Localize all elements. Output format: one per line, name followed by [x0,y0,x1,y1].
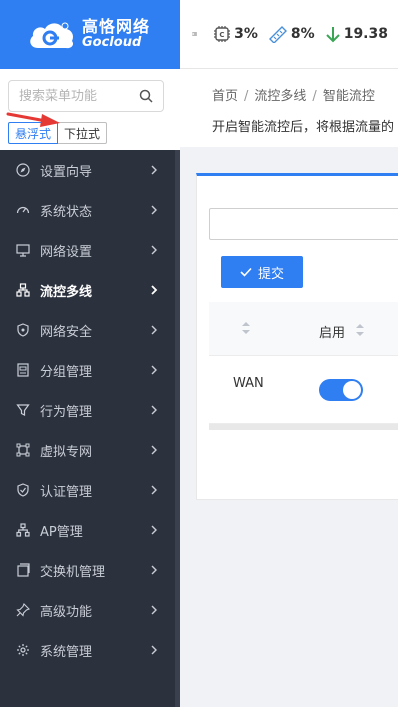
chevron-right-icon [151,445,157,455]
cpu-chip-icon: C [214,26,231,42]
card-input-field[interactable] [209,208,398,240]
breadcrumb-home[interactable]: 首页 [212,89,238,104]
filter-icon [16,403,30,417]
chevron-right-icon [151,245,157,255]
sidebar-item-system-management[interactable]: 系统管理 [0,630,180,670]
shield-icon [16,323,30,337]
page-header: 首页 / 流控多线 / 智能流控 开启智能流控后，将根据流量的 [180,69,398,147]
dashboard-icon [16,203,30,217]
download-value: 19.38 [343,26,388,42]
sidebar-menu: 设置向导 系统状态 网络设置 流控多线 网络安全 分组管理 行为管理 虚拟专网 … [0,150,180,670]
sidebar-item-label: 高级功能 [40,604,93,620]
sidebar-item-label: 虚拟专网 [40,444,93,460]
breadcrumb-flow-control[interactable]: 流控多线 [254,89,306,104]
brand-name-en: Gocloud [82,35,142,51]
menu-collapse-icon[interactable] [192,26,197,42]
chevron-right-icon [151,285,158,295]
chevron-right-icon [151,525,157,535]
brand-name-cn: 高恪网络 [82,17,151,37]
breadcrumb-smart-flow: 智能流控 [322,89,375,104]
chevron-right-icon [151,605,157,615]
pin-icon [16,603,30,617]
sort-icon[interactable] [355,323,365,337]
sidebar-item-label: 行为管理 [40,404,93,420]
download-stat: 19.38 [325,25,388,43]
chevron-right-icon [151,645,157,655]
page-description: 开启智能流控后，将根据流量的 [212,120,395,135]
sidebar-item-label: 交换机管理 [40,564,106,580]
shield-check-icon [16,483,30,497]
sidebar-item-label: 认证管理 [40,484,93,500]
memory-stat: 8% [268,25,315,43]
sidebar-item-system-status[interactable]: 系统状态 [0,190,180,230]
sidebar-item-network-security[interactable]: 网络安全 [0,310,180,350]
compass-icon [16,163,30,177]
vpn-icon [16,443,30,457]
chevron-right-icon [151,165,157,175]
settings-card: 提交 启用 WAN [196,173,398,500]
sidebar-item-flow-control[interactable]: 流控多线 [0,270,180,310]
sidebar-item-advanced[interactable]: 高级功能 [0,590,180,630]
submit-label: 提交 [257,266,284,282]
wan-table: 启用 WAN [209,302,398,430]
menu-search [8,80,164,112]
cpu-stat: C 3% [213,25,258,43]
sidebar-item-switch-management[interactable]: 交换机管理 [0,550,180,590]
svg-text:C: C [220,31,225,39]
memory-value: 8% [290,26,315,42]
red-annotation-arrow [6,112,60,127]
chevron-right-icon [151,565,157,575]
chevron-right-icon [151,405,157,415]
enable-toggle[interactable] [319,379,363,401]
sidebar-item-behavior-management[interactable]: 行为管理 [0,390,180,430]
table-horizontal-scrollbar[interactable] [209,424,398,430]
network-icon [16,283,30,297]
sidebar-item-label: AP管理 [40,524,83,540]
sort-icon[interactable] [241,321,251,335]
chevron-right-icon [151,365,157,375]
chevron-right-icon [151,485,157,495]
check-icon [240,267,252,277]
sidebar-item-group-management[interactable]: 分组管理 [0,350,180,390]
sidebar-item-ap-management[interactable]: AP管理 [0,510,180,550]
sidebar-item-label: 分组管理 [40,364,93,380]
sidebar-item-label: 系统状态 [40,204,93,220]
memory-icon [268,26,287,43]
sidebar-item-label: 设置向导 [40,164,93,180]
sidebar-item-label: 系统管理 [40,644,93,660]
switch-icon [16,563,30,577]
arrow-down-icon [325,27,340,43]
gear-icon [16,643,30,657]
sidebar-item-network-settings[interactable]: 网络设置 [0,230,180,270]
sidebar-item-auth-management[interactable]: 认证管理 [0,470,180,510]
sidebar: 悬浮式 下拉式 设置向导 系统状态 网络设置 流控多线 网络安全 [0,69,180,707]
top-header: C 3% 8% 19.38 [180,0,398,69]
column-header-enable: 启用 [319,326,346,341]
breadcrumb: 首页 / 流控多线 / 智能流控 [212,89,375,104]
sidebar-item-label: 网络安全 [40,324,93,340]
cpu-value: 3% [234,26,258,42]
sidebar-item-vpn[interactable]: 虚拟专网 [0,430,180,470]
menu-search-input[interactable] [9,81,129,111]
sidebar-item-label: 流控多线 [40,284,93,300]
table-row: WAN [209,356,398,424]
toggle-knob [343,381,361,399]
chevron-right-icon [151,325,157,335]
main-content: 首页 / 流控多线 / 智能流控 开启智能流控后，将根据流量的 提交 启用 WAN [180,69,398,707]
group-icon [16,363,30,377]
ap-icon [16,523,30,537]
sidebar-item-setup-wizard[interactable]: 设置向导 [0,150,180,190]
brand-logo: 高恪网络 Gocloud [0,0,180,69]
sidebar-item-label: 网络设置 [40,244,93,260]
search-icon[interactable] [139,89,153,103]
chevron-right-icon [151,205,157,215]
submit-button[interactable]: 提交 [221,256,303,288]
mode-dropdown-button[interactable]: 下拉式 [58,122,108,144]
cloud-logo-icon [30,22,74,48]
row-name: WAN [233,376,264,391]
table-header: 启用 [209,302,398,356]
monitor-icon [16,243,30,257]
